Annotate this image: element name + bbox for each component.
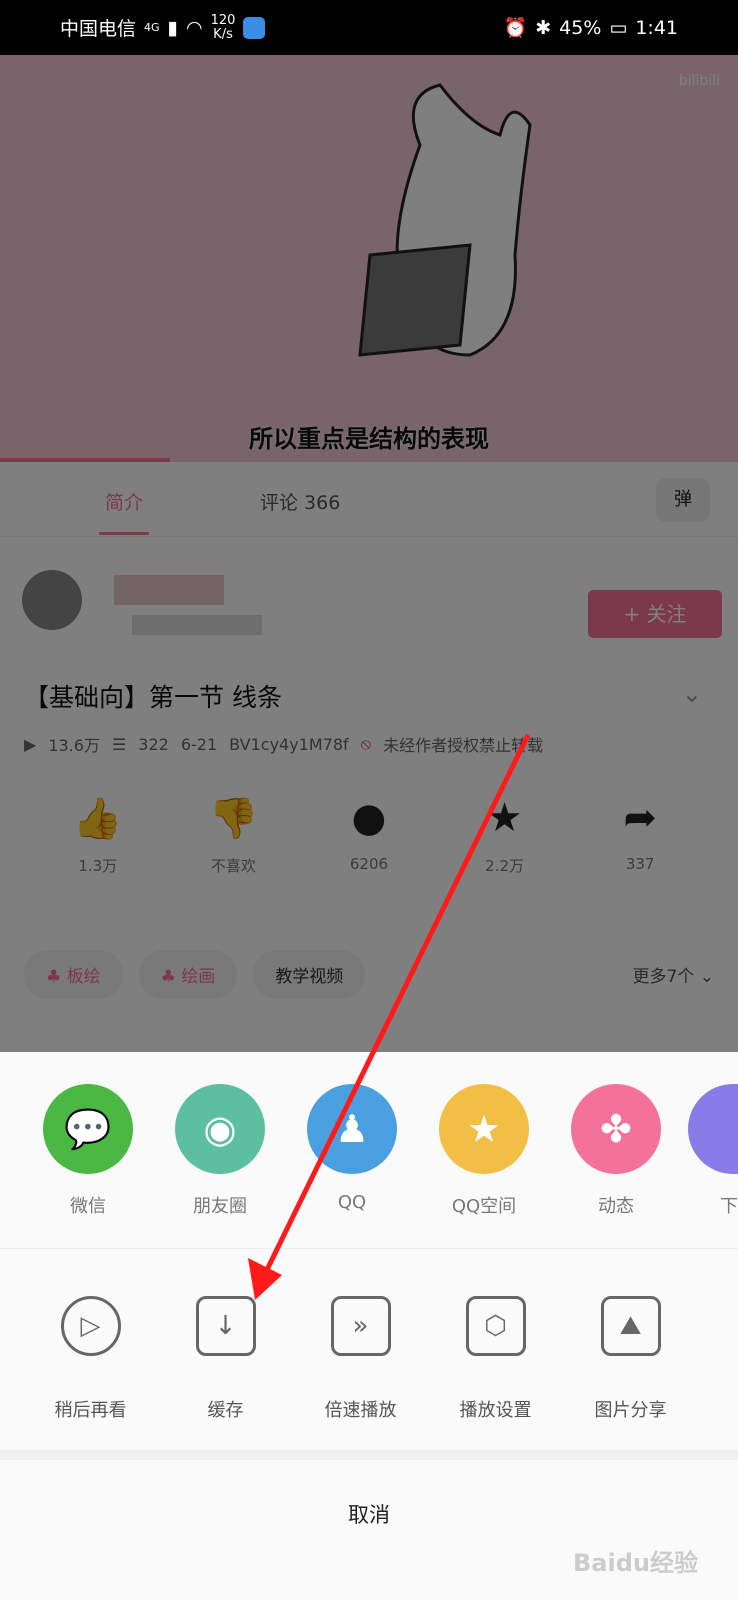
share-more[interactable]: 下 — [682, 1084, 738, 1218]
share-targets: 💬 微信 ◉ 朋友圈 ♟ QQ ★ QQ空间 ✤ 动态 下 — [0, 1084, 738, 1218]
playback-settings-button[interactable]: ⬡ 播放设置 — [428, 1296, 563, 1422]
dynamic-icon: ✤ — [571, 1084, 661, 1174]
divider — [0, 1248, 738, 1249]
share-sheet: 💬 微信 ◉ 朋友圈 ♟ QQ ★ QQ空间 ✤ 动态 下 ▷ 稍后再看 ↓ 缓存 » 倍速播放… — [0, 1052, 738, 1600]
baidu-jingyan-watermark: Baidu经验 — [573, 1549, 698, 1577]
battery-percent: 45% — [559, 16, 602, 39]
share-moments[interactable]: ◉ 朋友圈 — [154, 1084, 286, 1218]
wifi-icon: ◠ — [186, 16, 203, 39]
signal-icon: ▮ — [167, 16, 179, 39]
settings-play-icon: ⬡ — [465, 1296, 526, 1356]
image-share-button[interactable]: ⛰ 图片分享 — [563, 1296, 698, 1422]
share-dynamic[interactable]: ✤ 动态 — [550, 1084, 682, 1218]
wechat-icon: 💬 — [43, 1084, 133, 1174]
network-type: 4G — [144, 21, 160, 34]
cache-button[interactable]: ↓ 缓存 — [158, 1296, 293, 1422]
watch-later-icon: ▷ — [60, 1296, 121, 1356]
clock: 1:41 — [635, 16, 678, 39]
section-separator — [0, 1450, 738, 1460]
qzone-icon: ★ — [439, 1084, 529, 1174]
qq-icon: ♟ — [307, 1084, 397, 1174]
dim-overlay[interactable] — [0, 55, 738, 1052]
alarm-icon: ⏰ — [503, 17, 528, 39]
share-wechat[interactable]: 💬 微信 — [22, 1084, 154, 1218]
share-qq[interactable]: ♟ QQ — [286, 1084, 418, 1218]
watch-later-button[interactable]: ▷ 稍后再看 — [23, 1296, 158, 1422]
tool-row: ▷ 稍后再看 ↓ 缓存 » 倍速播放 ⬡ 播放设置 ⛰ 图片分享 — [0, 1296, 738, 1422]
folder-download-icon: ↓ — [195, 1296, 256, 1356]
bluetooth-icon: ✱ — [535, 16, 552, 39]
more-share-icon — [688, 1084, 738, 1174]
battery-icon: ▭ — [609, 16, 628, 39]
fast-forward-icon: » — [330, 1296, 391, 1356]
status-bar: 中国电信 4G ▮ ◠ 120 K/s ⏰ ✱ 45% ▭ 1:41 — [0, 0, 738, 55]
image-icon: ⛰ — [600, 1296, 661, 1356]
playback-speed-button[interactable]: » 倍速播放 — [293, 1296, 428, 1422]
carrier: 中国电信 — [60, 18, 137, 40]
share-qzone[interactable]: ★ QQ空间 — [418, 1084, 550, 1218]
app-notification-icon — [243, 16, 266, 39]
net-speed: 120 K/s — [210, 12, 236, 42]
moments-icon: ◉ — [175, 1084, 265, 1174]
